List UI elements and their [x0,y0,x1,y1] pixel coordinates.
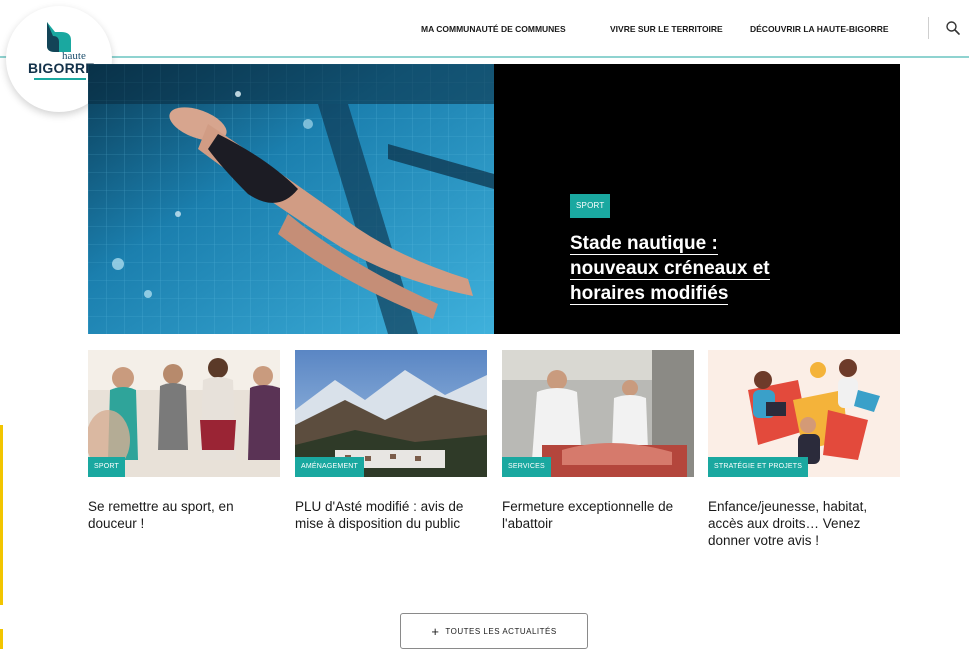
hero-title-line: horaires modifiés [570,283,729,305]
card-title[interactable]: Enfance/jeunesse, habitat, accès aux dro… [708,498,900,549]
news-card-image: AMÉNAGEMENT [295,350,487,477]
plus-icon: + [431,623,440,639]
news-card[interactable]: AMÉNAGEMENT PLU d'Asté modifié : avis de… [295,350,487,532]
card-category-tag[interactable]: SERVICES [502,457,551,477]
news-card[interactable]: STRATÉGIE ET PROJETS Enfance/jeunesse, h… [708,350,900,549]
nav-item-vivre[interactable]: VIVRE SUR LE TERRITOIRE [610,24,723,34]
hero-title-line: nouveaux créneaux et [570,258,770,280]
news-card-image: STRATÉGIE ET PROJETS [708,350,900,477]
news-card[interactable]: SERVICES Fermeture exceptionnelle de l'a… [502,350,694,532]
nav-separator [928,17,929,39]
card-category-tag[interactable]: STRATÉGIE ET PROJETS [708,457,809,477]
header-divider [0,56,969,58]
logo-underline [34,78,86,80]
card-title[interactable]: Fermeture exceptionnelle de l'abattoir [502,498,694,532]
nav-item-communaute[interactable]: MA COMMUNAUTÉ DE COMMUNES [421,24,566,34]
all-news-label: TOUTES LES ACTUALITÉS [445,626,557,636]
hero-title[interactable]: Stade nautique : nouveaux créneaux et ho… [570,231,850,306]
left-accent-bar [0,425,3,605]
news-card[interactable]: SPORT Se remettre au sport, en douceur ! [88,350,280,532]
hero-category-tag[interactable]: SPORT [570,194,611,218]
search-icon[interactable] [945,20,961,36]
hero-feature[interactable]: SPORT Stade nautique : nouveaux créneaux… [88,64,900,334]
hero-image-swimmer [88,64,494,334]
news-card-image: SPORT [88,350,280,477]
hero-title-line: Stade nautique : [570,233,718,255]
card-category-tag[interactable]: AMÉNAGEMENT [295,457,365,477]
nav-item-decouvrir[interactable]: DÉCOUVRIR LA HAUTE-BIGORRE [750,24,889,34]
card-title[interactable]: Se remettre au sport, en douceur ! [88,498,280,532]
card-category-tag[interactable]: SPORT [88,457,125,477]
left-accent-bar [0,629,3,649]
logo-text-main: BIGORRE [28,60,95,76]
card-title[interactable]: PLU d'Asté modifié : avis de mise à disp… [295,498,487,532]
news-card-image: SERVICES [502,350,694,477]
all-news-button[interactable]: + TOUTES LES ACTUALITÉS [400,613,588,649]
logo-mark-icon [47,22,71,52]
